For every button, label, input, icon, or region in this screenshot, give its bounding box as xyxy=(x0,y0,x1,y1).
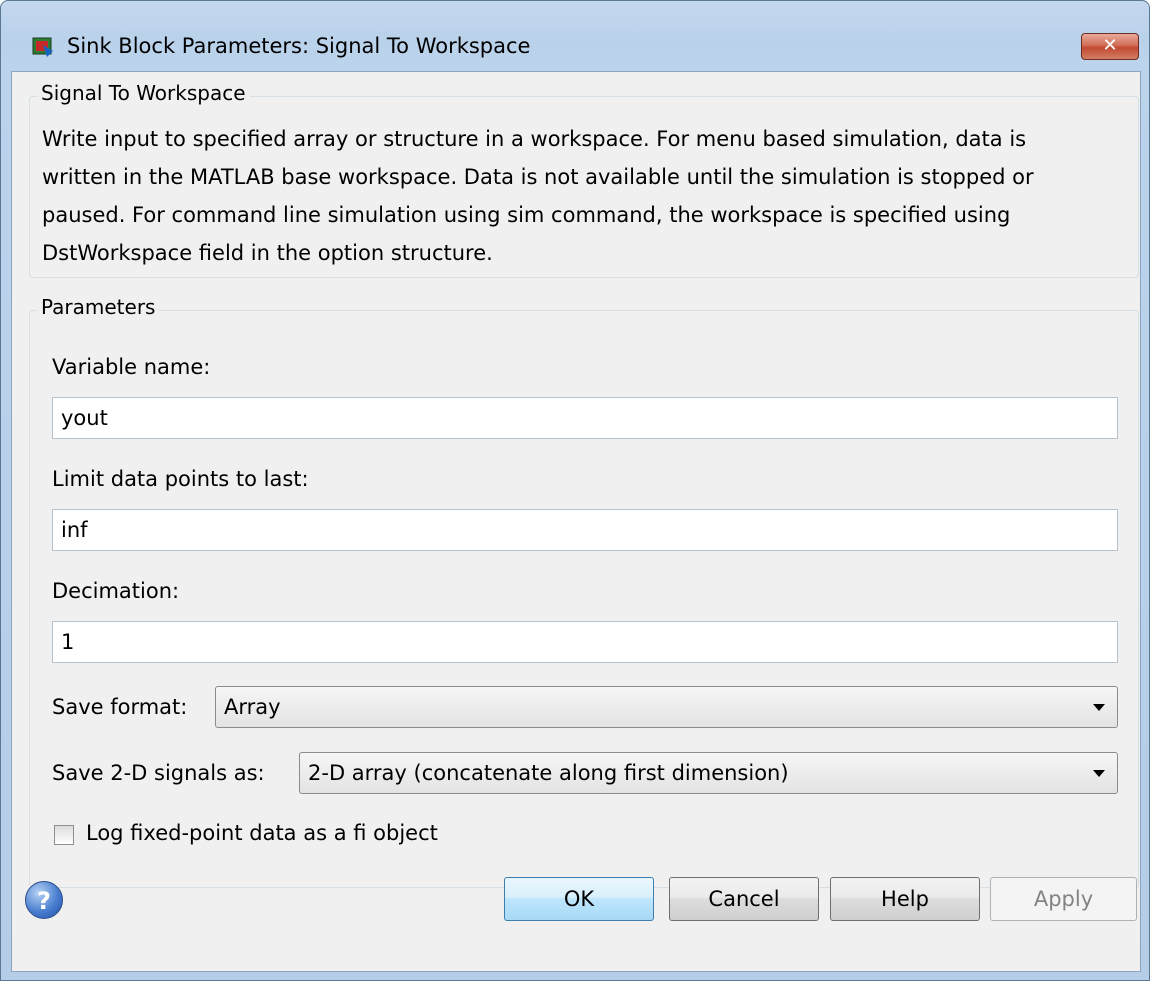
apply-button[interactable]: Apply xyxy=(990,877,1137,921)
dialog-window: Sink Block Parameters: Signal To Workspa… xyxy=(0,0,1150,981)
window-title: Sink Block Parameters: Signal To Workspa… xyxy=(67,34,531,58)
log-fixed-point-label[interactable]: Log fixed-point data as a fi object xyxy=(86,821,438,845)
save-2d-signals-select[interactable]: 2-D array (concatenate along first dimen… xyxy=(299,752,1118,794)
dialog-client-area: Signal To Workspace Write input to speci… xyxy=(11,71,1141,972)
description-group-legend: Signal To Workspace xyxy=(37,81,250,105)
help-button[interactable]: Help xyxy=(830,877,980,921)
help-question-icon[interactable]: ? xyxy=(25,881,63,919)
chevron-down-icon xyxy=(1093,770,1105,777)
chevron-down-icon xyxy=(1093,704,1105,711)
description-text: Write input to specified array or struct… xyxy=(42,120,1132,272)
save-format-value: Array xyxy=(224,695,281,719)
description-line: Write input to specified array or struct… xyxy=(42,127,1027,151)
limit-data-points-input[interactable]: inf xyxy=(52,509,1118,551)
save-2d-signals-label: Save 2-D signals as: xyxy=(52,761,265,785)
decimation-label: Decimation: xyxy=(52,579,180,603)
description-line: DstWorkspace field in the option structu… xyxy=(42,241,493,265)
limit-data-points-label: Limit data points to last: xyxy=(52,467,309,491)
variable-name-label: Variable name: xyxy=(52,355,211,379)
description-line: written in the MATLAB base workspace. Da… xyxy=(42,165,1034,189)
save-format-label: Save format: xyxy=(52,695,188,719)
cancel-button[interactable]: Cancel xyxy=(669,877,819,921)
decimation-input[interactable]: 1 xyxy=(52,621,1118,663)
variable-name-input[interactable]: yout xyxy=(52,397,1118,439)
parameters-group-legend: Parameters xyxy=(37,295,160,319)
close-icon: ✕ xyxy=(1102,35,1118,56)
log-fixed-point-checkbox[interactable] xyxy=(54,825,74,845)
title-bar[interactable]: Sink Block Parameters: Signal To Workspa… xyxy=(1,1,1149,58)
ok-button[interactable]: OK xyxy=(504,877,654,921)
description-line: paused. For command line simulation usin… xyxy=(42,203,1011,227)
save-2d-signals-value: 2-D array (concatenate along first dimen… xyxy=(308,761,789,785)
simulink-block-icon xyxy=(32,37,53,57)
close-button[interactable]: ✕ xyxy=(1081,33,1139,60)
save-format-select[interactable]: Array xyxy=(215,686,1118,728)
